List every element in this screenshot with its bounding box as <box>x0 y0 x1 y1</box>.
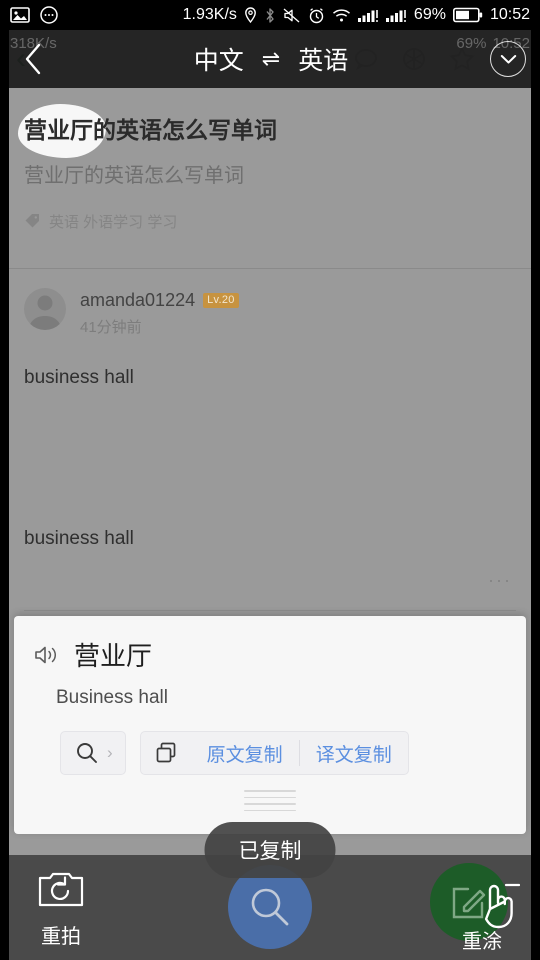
section-divider <box>0 268 540 269</box>
repaint-button[interactable]: 重涂 <box>430 863 530 954</box>
swap-languages-icon[interactable]: ⇌ <box>262 46 280 72</box>
camera-retake-icon <box>38 869 84 914</box>
article-body: 营业厅的英语怎么写单词 营业厅的英语怎么写单词 英语 外语学习 学习 <box>0 88 540 232</box>
chevron-left-icon <box>25 43 41 75</box>
article-tags: 英语 外语学习 学习 <box>24 211 516 232</box>
search-button[interactable]: › <box>60 731 126 775</box>
author-name[interactable]: amanda01224 <box>80 290 195 311</box>
translation-source-text: 营业厅 <box>74 641 153 671</box>
collapse-button[interactable] <box>490 41 526 77</box>
article-subtitle: 营业厅的英语怎么写单词 <box>24 164 244 187</box>
location-icon <box>244 6 257 24</box>
battery-percent: 69% <box>413 6 446 23</box>
drag-handle[interactable] <box>244 790 296 816</box>
retake-button[interactable]: 重拍 <box>16 869 106 949</box>
status-bar: 1.93K/s 69% 10:52 <box>0 0 540 30</box>
alarm-icon <box>308 7 325 24</box>
post-timestamp: 41分钟前 <box>80 319 142 336</box>
page-title: 营业厅的英语怎么写单词 <box>24 117 277 143</box>
toast-message: 已复制 <box>204 822 336 878</box>
copy-target-button[interactable]: 译文复制 <box>300 732 408 774</box>
drag-handle-line <box>244 803 296 805</box>
bluetooth-icon <box>264 7 276 24</box>
speaker-icon[interactable] <box>34 644 60 666</box>
wifi-icon <box>332 8 351 23</box>
author-row: amanda01224 Lv.20 41分钟前 <box>24 288 239 337</box>
hand-pointer-icon <box>476 879 521 936</box>
author-meta: amanda01224 Lv.20 41分钟前 <box>80 288 239 337</box>
signal-icon <box>385 8 407 23</box>
back-button[interactable] <box>14 40 52 78</box>
search-icon <box>75 741 99 765</box>
target-language[interactable]: 英语 <box>298 41 348 77</box>
translation-actions: › 原文复制 译文复制 <box>14 709 526 775</box>
drag-handle-line <box>244 790 296 792</box>
tag-icon <box>24 213 41 229</box>
answer-text: business hall <box>24 367 134 388</box>
phone-screen: 1.93K/s 69% 10:52 营业厅的英语怎么写单词 营业厅的英语怎么写单… <box>0 0 540 960</box>
image-icon <box>10 7 30 23</box>
drag-handle-line <box>244 796 296 798</box>
copy-icon[interactable] <box>141 732 191 774</box>
chevron-down-icon <box>500 54 516 63</box>
section-divider <box>24 610 516 611</box>
drag-handle-line <box>244 809 296 811</box>
translation-source-row: 营业厅 <box>14 616 526 673</box>
status-bar-left-icons <box>10 6 58 24</box>
status-bar-right: 1.93K/s 69% 10:52 <box>183 6 530 24</box>
network-speed: 1.93K/s <box>182 6 237 23</box>
translator-header: 318K/s 69% 10:52 中文 ⇌ 英语 <box>0 30 540 88</box>
language-pair-selector[interactable]: 中文 ⇌ 英语 <box>52 41 490 77</box>
copy-source-button[interactable]: 原文复制 <box>191 732 299 774</box>
translation-result-card: 营业厅 Business hall › 原文复制 译文复制 <box>14 616 526 834</box>
article-tag-list[interactable]: 英语 外语学习 学习 <box>49 211 177 232</box>
retake-label: 重拍 <box>41 926 81 948</box>
avatar[interactable] <box>24 288 66 330</box>
signal-icon <box>357 8 379 23</box>
copy-actions-group: 原文复制 译文复制 <box>139 731 409 775</box>
mute-icon <box>283 7 301 24</box>
search-icon <box>251 888 289 926</box>
author-name-line: amanda01224 Lv.20 <box>80 290 239 311</box>
chevron-right-icon: › <box>107 743 113 762</box>
message-icon <box>40 6 58 24</box>
battery-icon <box>452 7 483 23</box>
article-title-wrap: 营业厅的英语怎么写单词 <box>18 104 277 158</box>
answer-text: business hall <box>24 528 134 549</box>
translation-target-text: Business hall <box>56 687 168 708</box>
source-language[interactable]: 中文 <box>194 41 244 77</box>
more-icon[interactable]: ··· <box>488 570 512 591</box>
clock-time: 10:52 <box>489 6 530 23</box>
status-badge: Lv.20 <box>203 293 239 308</box>
